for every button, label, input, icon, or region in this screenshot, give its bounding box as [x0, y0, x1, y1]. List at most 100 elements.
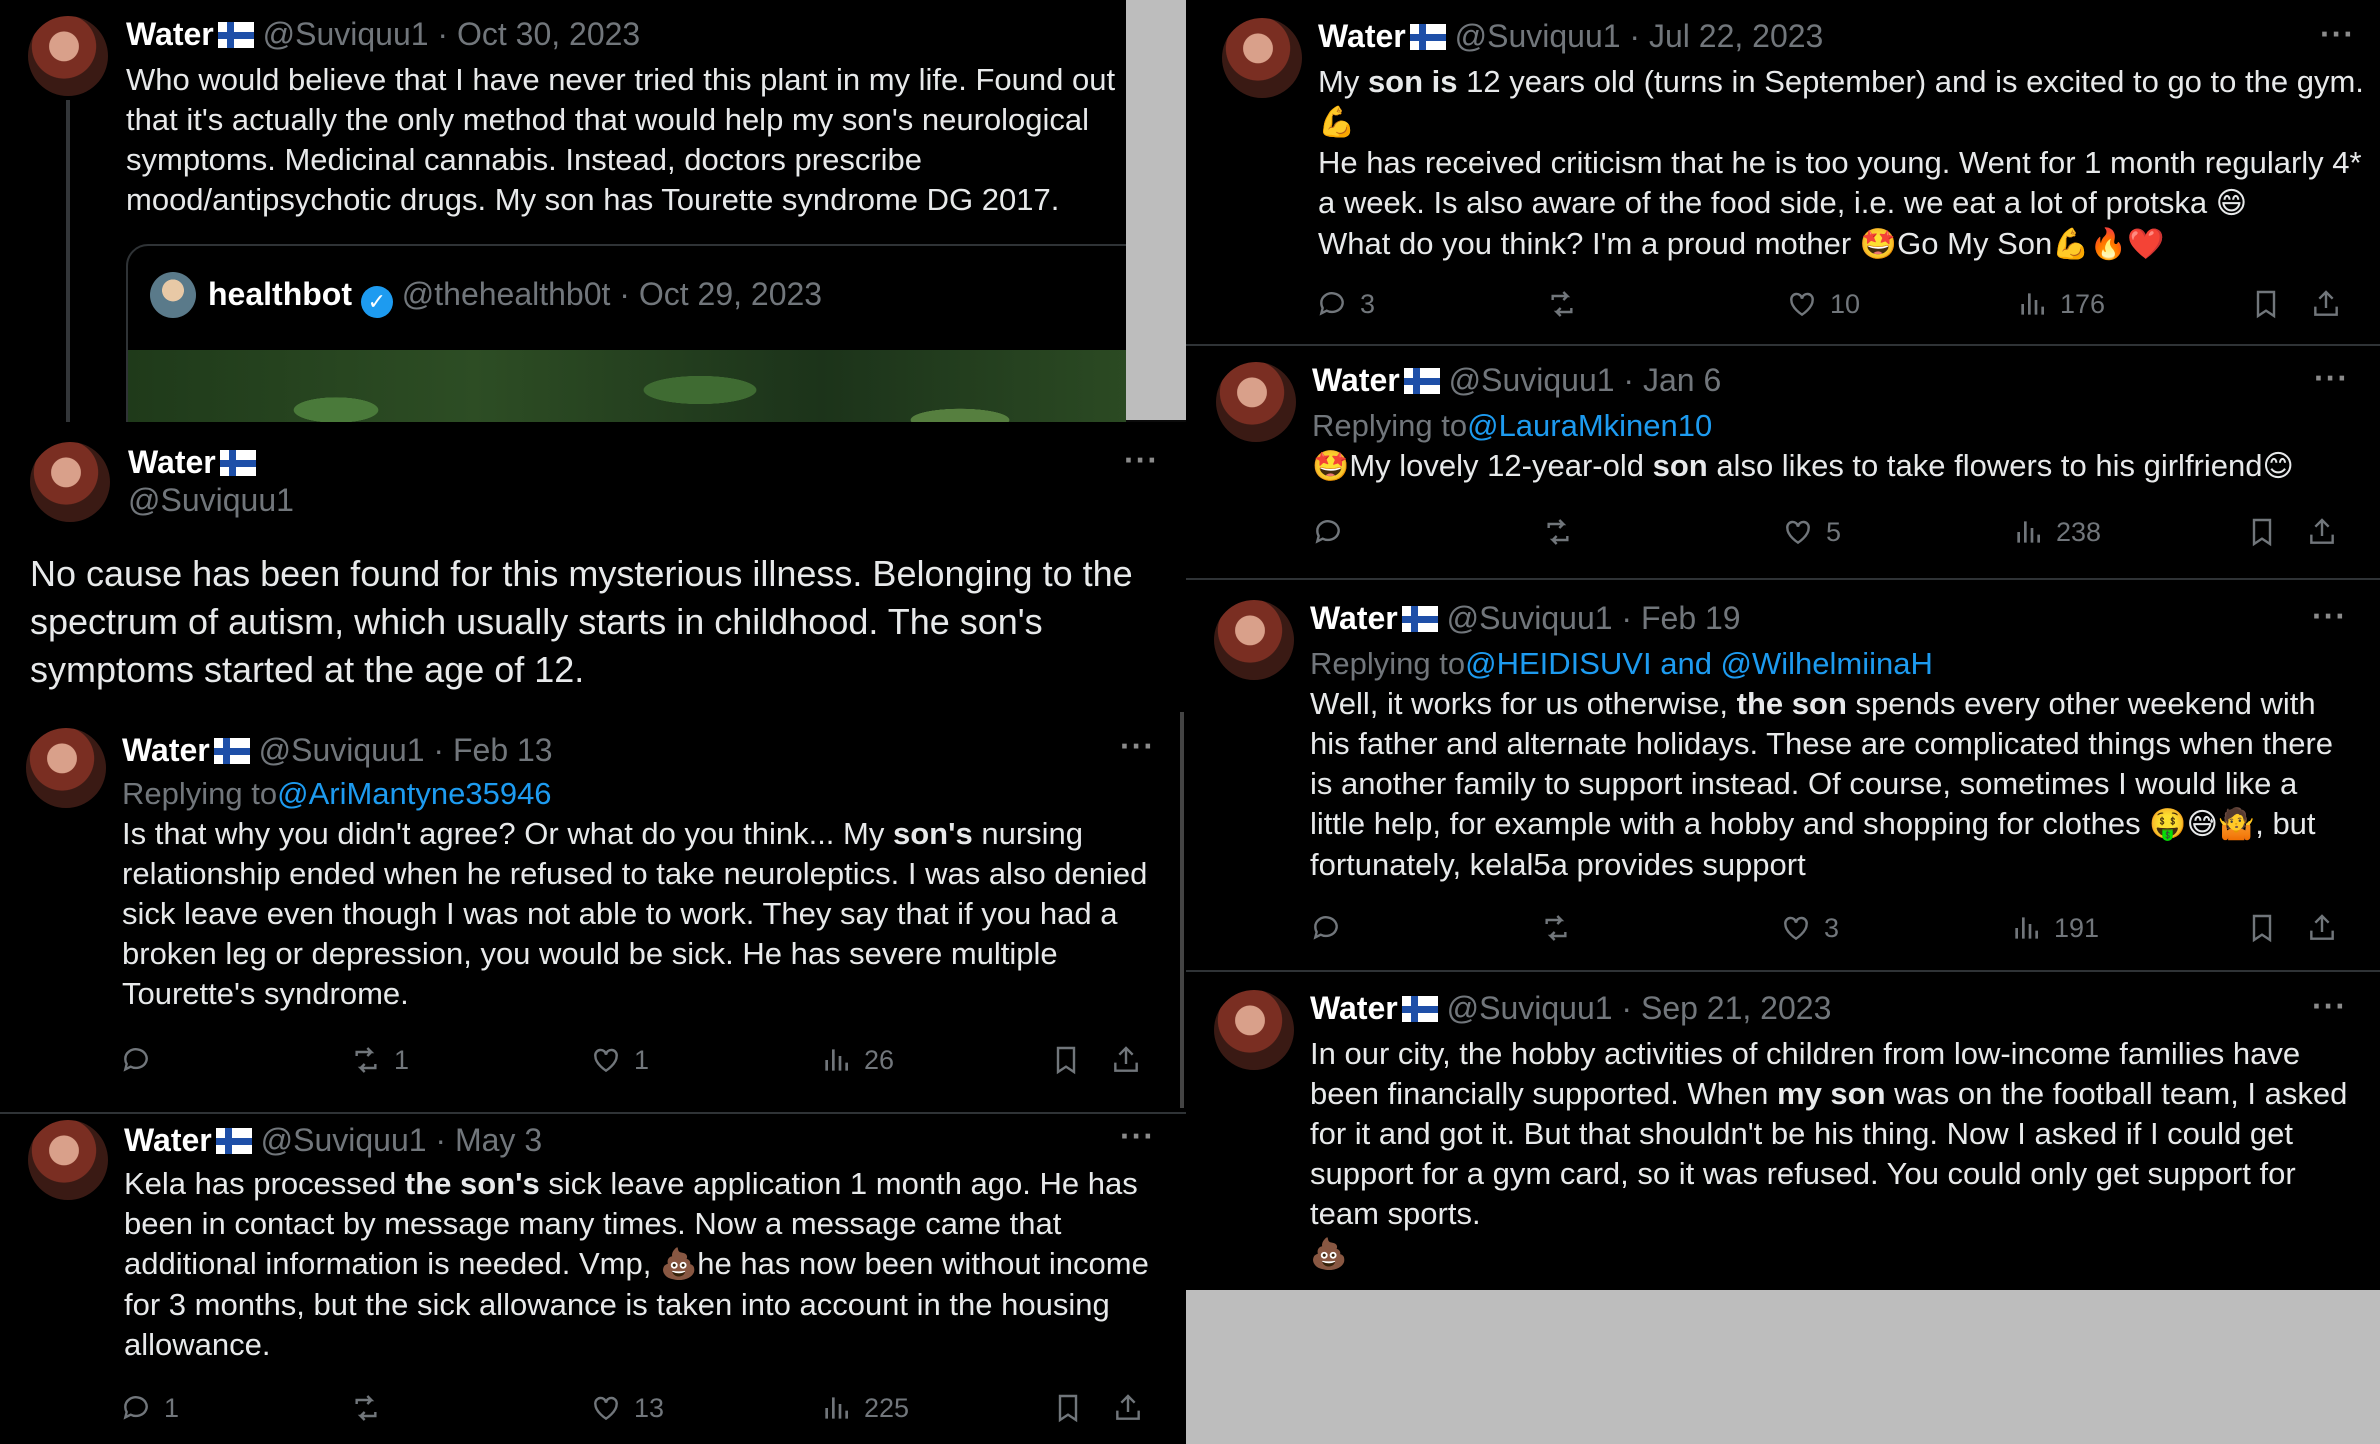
- author-handle[interactable]: @Suviquu1: [259, 732, 425, 768]
- bookmark-button[interactable]: [1050, 1044, 1082, 1076]
- heart-icon: [594, 1048, 618, 1073]
- views-button[interactable]: 225: [820, 1392, 909, 1424]
- like-button[interactable]: 10: [1786, 288, 1860, 320]
- action-bar: 3 10 176: [1316, 288, 2366, 328]
- retweet-button[interactable]: 1: [350, 1044, 409, 1076]
- views-button[interactable]: 26: [820, 1044, 894, 1076]
- bookmark-button[interactable]: [2250, 288, 2282, 320]
- reply-button[interactable]: 1: [120, 1392, 179, 1424]
- tweet-date[interactable]: · Feb 19: [1621, 600, 1740, 636]
- tweet-date[interactable]: · Jan 6: [1623, 362, 1721, 398]
- reply-button[interactable]: [120, 1044, 164, 1076]
- reply-button[interactable]: 3: [1316, 288, 1375, 320]
- avatar[interactable]: [26, 728, 106, 808]
- avatar[interactable]: [28, 1120, 108, 1200]
- retweet-button[interactable]: [1542, 516, 1586, 548]
- bookmark-button[interactable]: [2246, 912, 2278, 944]
- text-segment: My: [1318, 64, 1368, 99]
- verified-badge-icon: ✓: [360, 286, 393, 318]
- tweet-date[interactable]: · Jul 22, 2023: [1629, 18, 1823, 54]
- author-line: Water @Suviquu1 · Feb 13: [122, 732, 553, 769]
- tweet-text: Replying to@AriMantyne35946 Is that why …: [122, 774, 1162, 1014]
- avatar[interactable]: [1214, 600, 1294, 680]
- like-button[interactable]: 1: [590, 1044, 649, 1076]
- avatar[interactable]: [1214, 990, 1294, 1070]
- more-options-icon[interactable]: ···: [2320, 16, 2355, 53]
- author-name[interactable]: Water: [1318, 18, 1406, 54]
- author-name[interactable]: Water: [1312, 362, 1400, 398]
- author-name[interactable]: Water: [128, 444, 216, 480]
- like-button[interactable]: 3: [1780, 912, 1839, 944]
- tweet-date[interactable]: · Oct 30, 2023: [437, 16, 640, 52]
- quote-author-name[interactable]: healthbot: [208, 276, 352, 312]
- reply-mention-link[interactable]: @LauraMkinen10: [1467, 408, 1712, 443]
- views-icon: [2021, 293, 2044, 315]
- reply-mention-link[interactable]: @AriMantyne35946: [277, 776, 551, 811]
- author-name[interactable]: Water: [1310, 990, 1398, 1026]
- reply-button[interactable]: [1310, 912, 1354, 944]
- retweet-button[interactable]: [1540, 912, 1584, 944]
- reply-button[interactable]: [1312, 516, 1356, 548]
- tweet-date[interactable]: · May 3: [435, 1122, 542, 1158]
- replying-to-label: Replying to: [1310, 646, 1466, 681]
- star-struck-emoji-icon: 🤩: [1312, 450, 1350, 483]
- author-handle[interactable]: @Suviquu1: [1449, 362, 1615, 398]
- bookmark-icon: [1058, 1394, 1078, 1423]
- avatar[interactable]: [1222, 18, 1302, 98]
- share-button[interactable]: [1110, 1044, 1142, 1076]
- text-segment: Is that why you didn't agree? Or what do…: [122, 816, 893, 851]
- retweet-button[interactable]: [1546, 288, 1590, 320]
- scrollbar[interactable]: [1180, 712, 1184, 1108]
- author-name-line: Water: [128, 444, 256, 481]
- more-options-icon[interactable]: ···: [2312, 598, 2347, 635]
- author-line: Water @Suviquu1 · Sep 21, 2023: [1310, 990, 1831, 1027]
- share-button[interactable]: [1112, 1392, 1144, 1424]
- quote-image[interactable]: [128, 350, 1126, 422]
- more-options-icon[interactable]: ···: [2314, 360, 2349, 397]
- views-button[interactable]: 191: [2010, 912, 2099, 944]
- more-options-icon[interactable]: ···: [1120, 728, 1155, 765]
- author-name[interactable]: Water: [124, 1122, 212, 1158]
- thread-line: [66, 100, 70, 422]
- heart-icon: [1784, 916, 1808, 941]
- action-bar: 5 238: [1312, 516, 2362, 556]
- share-icon: [1116, 1394, 1140, 1420]
- poop-emoji-icon: 💩: [659, 1248, 698, 1281]
- author-handle[interactable]: @Suviquu1: [128, 482, 294, 519]
- reply-mention-link[interactable]: @HEIDISUVI and @WilhelmiinaH: [1465, 646, 1933, 681]
- tweet-list-right: Water @Suviquu1 · Jul 22, 2023 ··· My so…: [1186, 0, 2380, 1290]
- like-button[interactable]: 5: [1782, 516, 1841, 548]
- avatar[interactable]: [1216, 362, 1296, 442]
- author-handle[interactable]: @Suviquu1: [1447, 600, 1613, 636]
- avatar[interactable]: [28, 16, 108, 96]
- bookmark-button[interactable]: [2246, 516, 2278, 548]
- author-handle[interactable]: @Suviquu1: [1455, 18, 1621, 54]
- more-options-icon[interactable]: ···: [2312, 988, 2347, 1025]
- share-button[interactable]: [2306, 912, 2338, 944]
- more-options-icon[interactable]: ···: [1120, 1118, 1155, 1155]
- share-button[interactable]: [2306, 516, 2338, 548]
- author-name[interactable]: Water: [122, 732, 210, 768]
- quoted-tweet[interactable]: healthbot ✓ @thehealthb0t · Oct 29, 2023: [126, 244, 1126, 422]
- more-options-icon[interactable]: ···: [1124, 442, 1159, 479]
- bookmark-button[interactable]: [1052, 1392, 1084, 1424]
- views-button[interactable]: 238: [2012, 516, 2101, 548]
- author-handle[interactable]: @Suviquu1: [261, 1122, 427, 1158]
- divider: [1186, 970, 2380, 972]
- reply-icon: [1319, 292, 1344, 316]
- author-handle[interactable]: @Suviquu1: [263, 16, 429, 52]
- text-segment: 12 years old (turns in September) and is…: [1457, 64, 2364, 99]
- retweet-button[interactable]: [350, 1392, 394, 1424]
- author-line: Water @Suviquu1 · Oct 30, 2023: [126, 16, 640, 53]
- avatar[interactable]: [30, 442, 110, 522]
- views-button[interactable]: 176: [2016, 288, 2105, 320]
- tweet-date[interactable]: · Sep 21, 2023: [1621, 990, 1831, 1026]
- text-bold: son is: [1367, 64, 1458, 99]
- share-button[interactable]: [2310, 288, 2342, 320]
- author-name[interactable]: Water: [126, 16, 214, 52]
- author-handle[interactable]: @Suviquu1: [1447, 990, 1613, 1026]
- author-name[interactable]: Water: [1310, 600, 1398, 636]
- tweet-date[interactable]: · Feb 13: [433, 732, 552, 768]
- retweet-icon: [1545, 915, 1567, 941]
- like-button[interactable]: 13: [590, 1392, 664, 1424]
